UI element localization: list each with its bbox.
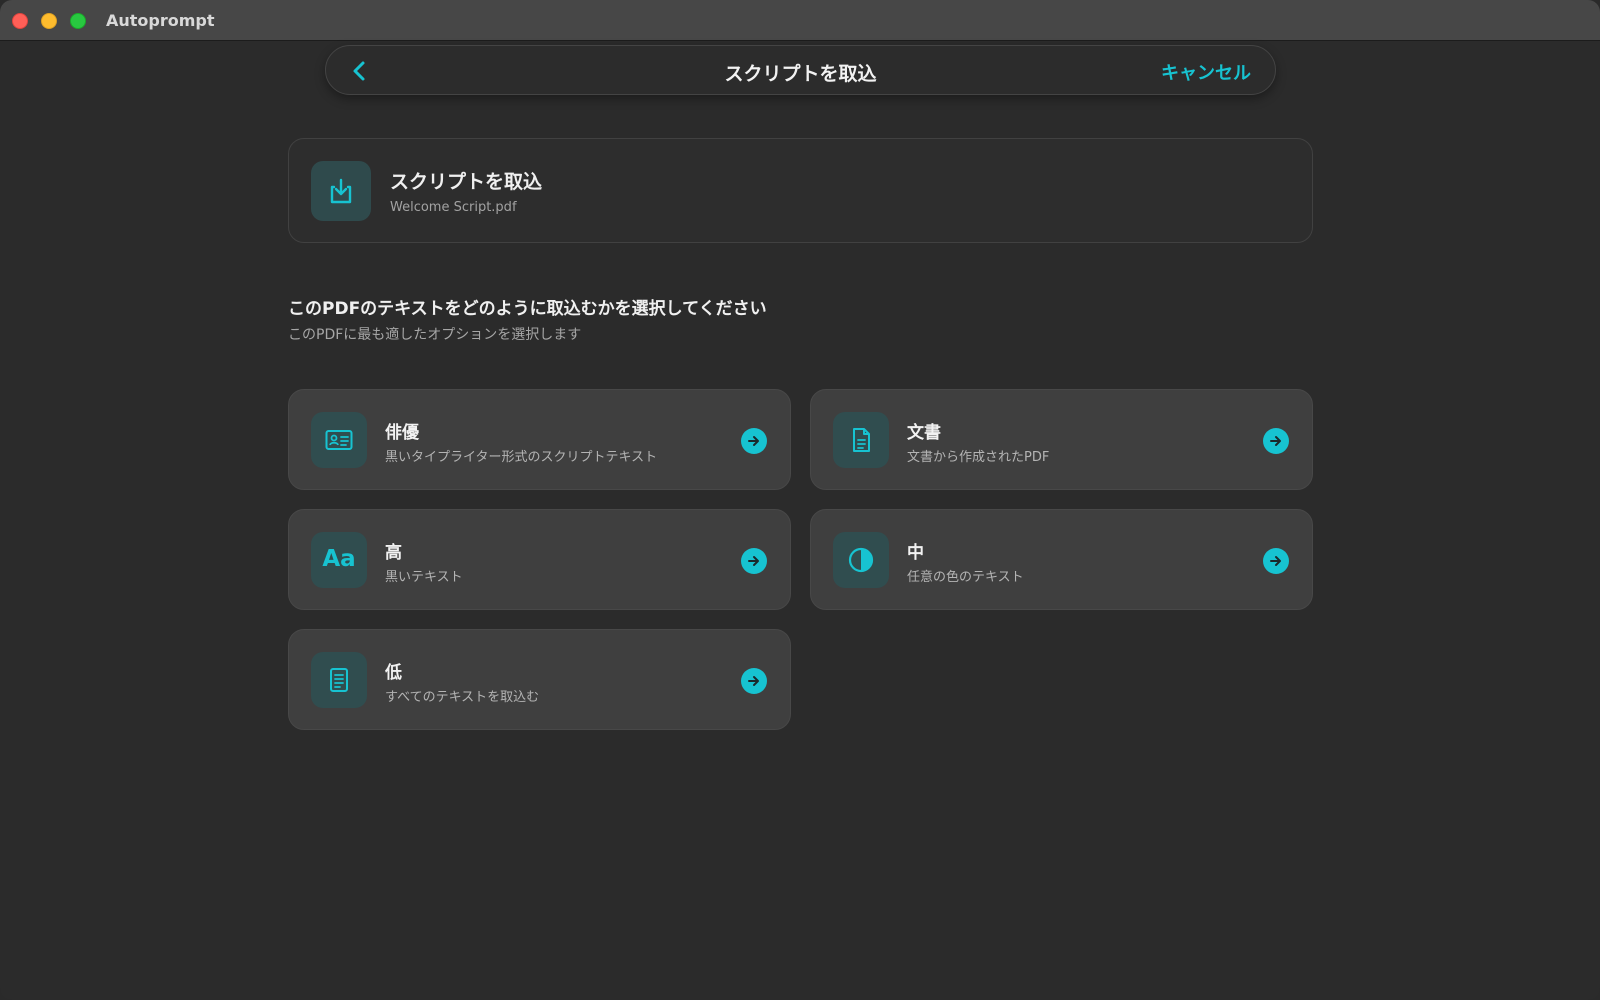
import-icon	[311, 161, 371, 221]
import-title: スクリプトを取込	[390, 171, 543, 193]
option-actor[interactable]: 俳優 黒いタイプライター形式のスクリプトテキスト	[288, 389, 791, 490]
navigation-bar: スクリプトを取込 キャンセル	[325, 45, 1276, 95]
text-page-icon	[311, 652, 367, 708]
cancel-button[interactable]: キャンセル	[1161, 59, 1251, 85]
title-bar: Autoprompt	[0, 0, 1600, 41]
option-description: すべてのテキストを取込む	[385, 690, 540, 705]
maximize-window-button[interactable]	[70, 13, 86, 29]
option-description: 黒いタイプライター形式のスクリプトテキスト	[385, 450, 658, 465]
arrow-right-icon[interactable]	[741, 548, 767, 574]
page-title: スクリプトを取込	[724, 63, 877, 85]
option-description: 文書から作成されたPDF	[907, 450, 1050, 465]
text-aa-icon: Aa	[311, 532, 367, 588]
contrast-icon	[833, 532, 889, 588]
option-document[interactable]: 文書 文書から作成されたPDF	[810, 389, 1313, 490]
option-description: 任意の色のテキスト	[907, 570, 1024, 585]
file-name: Welcome Script.pdf	[390, 200, 517, 215]
option-title: 低	[385, 663, 402, 683]
option-title: 高	[385, 543, 402, 563]
arrow-right-icon[interactable]	[741, 668, 767, 694]
aa-glyph: Aa	[322, 546, 356, 572]
option-title: 中	[907, 543, 924, 563]
contact-card-icon	[311, 412, 367, 468]
app-window: Autoprompt スクリプトを取込 キャンセル スクリプトを取込 Welco…	[0, 0, 1600, 1000]
close-window-button[interactable]	[12, 13, 28, 29]
section-heading: このPDFのテキストをどのように取込むかを選択してください	[288, 299, 767, 319]
section-subheading: このPDFに最も適したオプションを選択します	[288, 327, 582, 343]
option-medium[interactable]: 中 任意の色のテキスト	[810, 509, 1313, 610]
option-title: 文書	[907, 423, 941, 443]
import-file-card: スクリプトを取込 Welcome Script.pdf	[288, 138, 1313, 243]
document-icon	[833, 412, 889, 468]
option-title: 俳優	[385, 423, 419, 443]
minimize-window-button[interactable]	[41, 13, 57, 29]
option-high[interactable]: Aa 高 黒いテキスト	[288, 509, 791, 610]
arrow-right-icon[interactable]	[1263, 428, 1289, 454]
option-low[interactable]: 低 すべてのテキストを取込む	[288, 629, 791, 730]
app-title: Autoprompt	[106, 11, 215, 30]
arrow-right-icon[interactable]	[1263, 548, 1289, 574]
option-description: 黒いテキスト	[385, 570, 463, 585]
arrow-right-icon[interactable]	[741, 428, 767, 454]
